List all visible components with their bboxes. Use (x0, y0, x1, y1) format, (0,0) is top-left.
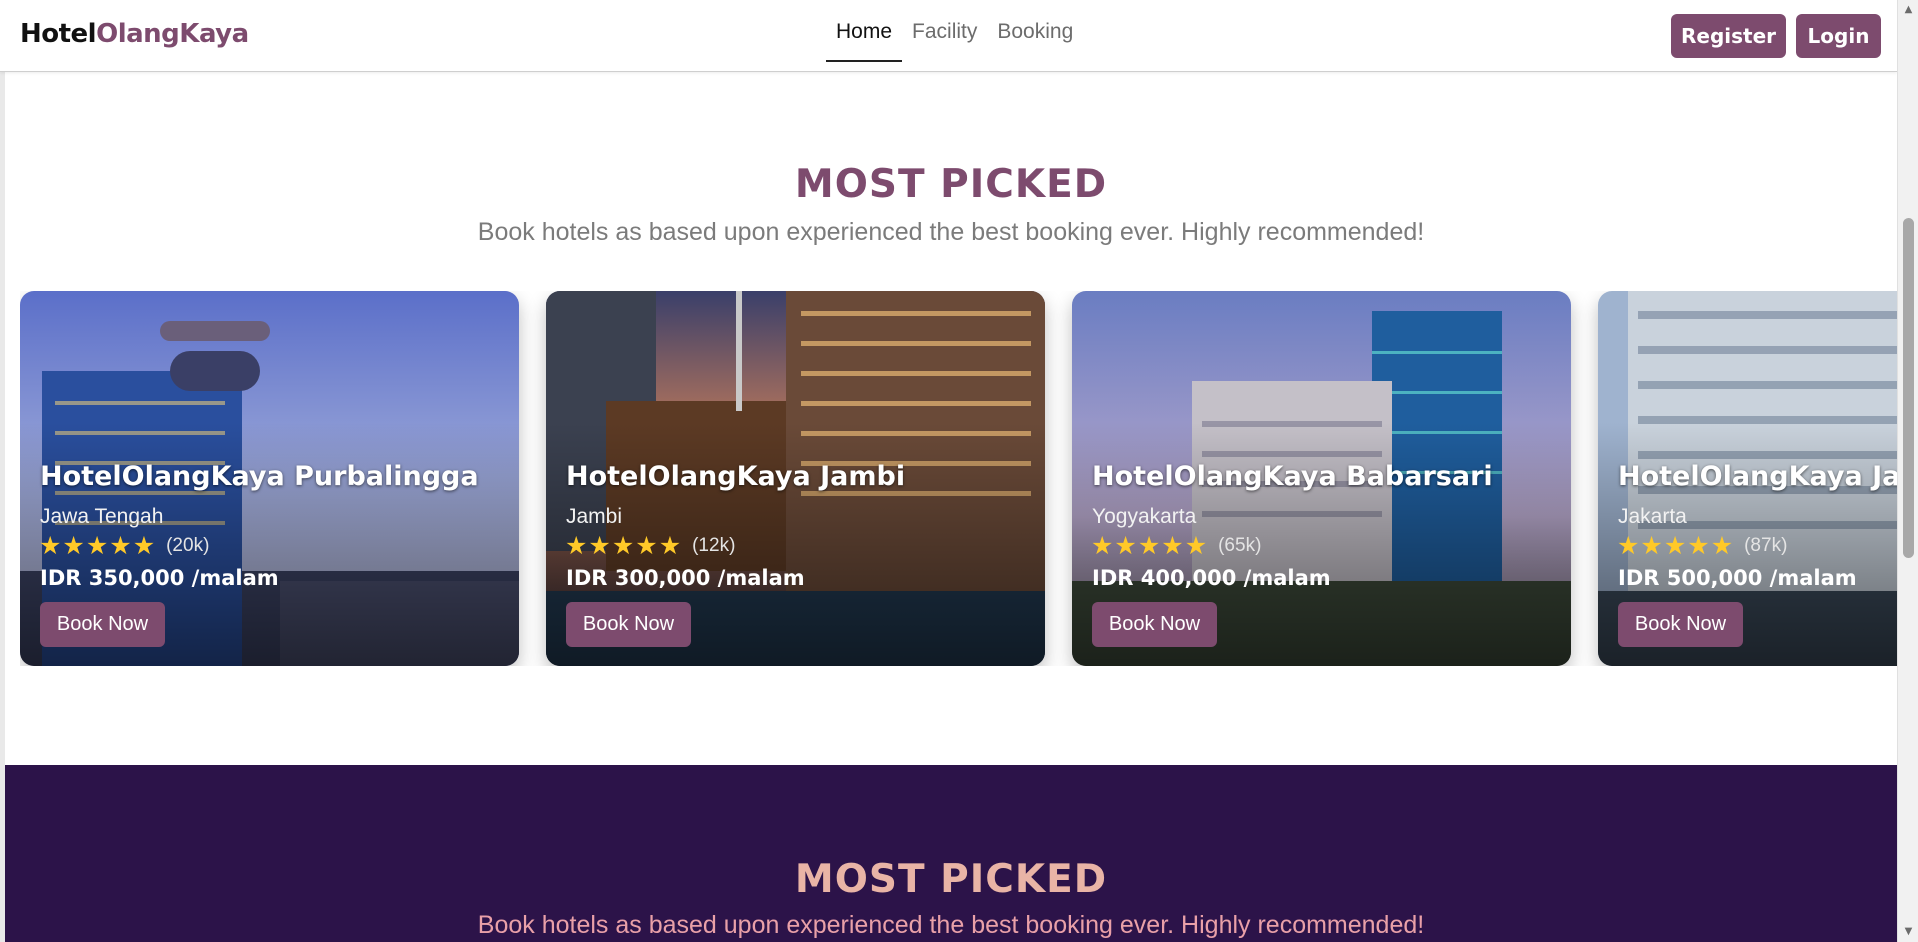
hotel-card-location: Jakarta (1618, 505, 1687, 528)
star-icon: ★ (62, 531, 85, 560)
hotel-card-rating: ★ ★ ★ ★ ★ (12k) (565, 533, 735, 558)
hotel-card[interactable]: HotelOlangKaya Purbalingga Jawa Tengah ★… (20, 291, 519, 666)
star-icon: ★ (109, 531, 132, 560)
register-button[interactable]: Register (1671, 14, 1786, 58)
hotel-card-price: IDR 300,000 /malam (566, 566, 805, 590)
star-icon: ★ (85, 531, 109, 560)
login-button[interactable]: Login (1796, 14, 1881, 58)
brand-text-hotel: Hotel (20, 19, 97, 49)
window-left-edge (0, 0, 5, 942)
main-nav: Home Facility Booking (826, 0, 1083, 72)
hotel-card-location: Jawa Tengah (40, 505, 164, 528)
hotel-card-price: IDR 500,000 /malam (1618, 566, 1857, 590)
hotel-card-price: IDR 350,000 /malam (40, 566, 279, 590)
scroll-down-arrow-icon[interactable]: ▼ (1903, 926, 1914, 938)
star-icon: ★ (611, 531, 635, 560)
hotel-card-location: Yogyakarta (1092, 505, 1197, 528)
hotel-card-location: Jambi (566, 505, 623, 528)
section-subtitle-2: Book hotels as based upon experienced th… (477, 911, 1425, 939)
nav-link-booking[interactable]: Booking (987, 0, 1083, 72)
star-icon: ★ (1114, 531, 1137, 560)
star-icon: ★ (1687, 531, 1710, 560)
star-icon: ★ (132, 531, 156, 560)
hotel-card[interactable]: HotelOlangKaya Babarsari Yogyakarta ★ ★ ★ ★… (1072, 291, 1571, 666)
book-now-button[interactable]: Book Now (1618, 602, 1743, 647)
review-count: (87k) (1744, 534, 1788, 556)
star-icon: ★ (658, 531, 682, 560)
hotel-cards-row[interactable]: HotelOlangKaya Purbalingga Jawa Tengah ★… (20, 291, 1897, 666)
brand-logo[interactable]: HotelOlangKaya (20, 19, 249, 49)
nav-link-facility[interactable]: Facility (902, 0, 987, 72)
star-icon: ★ (1137, 531, 1161, 560)
hotel-card[interactable]: HotelOlangKaya Jambi Jambi ★ ★ ★ ★ ★ (12k) I… (546, 291, 1045, 666)
star-icon: ★ (1663, 531, 1687, 560)
star-icon: ★ (565, 531, 588, 560)
review-count: (20k) (166, 534, 210, 556)
hotel-card-rating: ★ ★ ★ ★ ★ (87k) (1617, 533, 1787, 558)
section-subtitle: Book hotels as based upon experienced th… (477, 218, 1425, 246)
hotel-card-title: HotelOlangKaya Jakarta (1618, 461, 1897, 492)
star-icon: ★ (39, 531, 62, 560)
book-now-button[interactable]: Book Now (1092, 602, 1217, 647)
page-scrollbar[interactable]: ▲ ▼ (1897, 0, 1918, 942)
star-icon: ★ (588, 531, 611, 560)
nav-link-home[interactable]: Home (826, 0, 903, 72)
book-now-button[interactable]: Book Now (566, 602, 691, 647)
star-icon: ★ (1161, 531, 1184, 560)
section-title-most-picked-2: MOST PICKED (794, 857, 1108, 902)
scroll-up-arrow-icon[interactable]: ▲ (1903, 4, 1914, 16)
hotel-card[interactable]: HotelOlangKaya Jakarta Jakarta ★★★★★ (87… (1598, 291, 1897, 666)
review-count: (12k) (692, 534, 736, 556)
hotel-card-price: IDR 400,000 /malam (1092, 566, 1331, 590)
star-icon: ★ (1617, 531, 1640, 560)
star-icon: ★ (1640, 531, 1663, 560)
star-icon: ★ (1710, 531, 1734, 560)
review-count: (65k) (1218, 534, 1262, 556)
section-title-most-picked: MOST PICKED (794, 162, 1108, 207)
star-icon: ★ (1184, 531, 1208, 560)
hotel-card-title: HotelOlangKaya Babarsari (1092, 461, 1493, 492)
star-icon: ★ (635, 531, 658, 560)
hotel-card-title: HotelOlangKaya Jambi (566, 461, 906, 492)
book-now-button[interactable]: Book Now (40, 602, 165, 647)
hotel-card-rating: ★ ★ ★ ★ ★ (20k) (39, 533, 209, 558)
hotel-card-rating: ★ ★ ★ ★ ★ (65k) (1091, 533, 1261, 558)
scrollbar-thumb[interactable] (1903, 218, 1914, 558)
dark-section: MOST PICKED Book hotels as based upon ex… (5, 765, 1897, 942)
star-icon: ★ (1091, 531, 1114, 560)
brand-text-olangkaya: OlangKaya (96, 19, 249, 49)
hotel-card-title: HotelOlangKaya Purbalingga (40, 461, 479, 492)
navbar: HotelOlangKaya Home Facility Booking Reg… (0, 0, 1897, 72)
